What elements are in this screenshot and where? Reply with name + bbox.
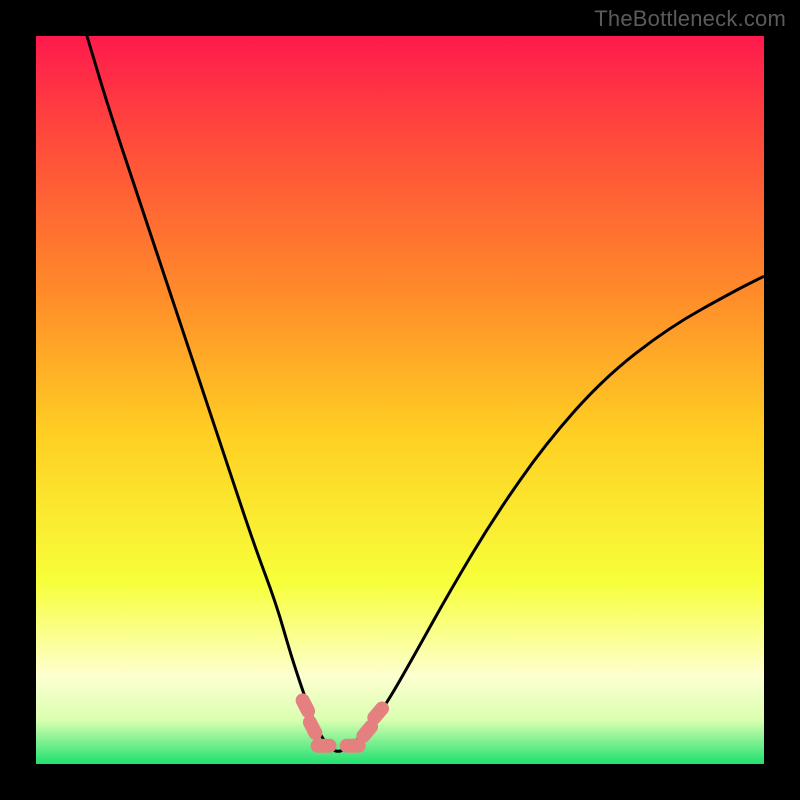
bottleneck-chart xyxy=(36,36,764,764)
trough-left-marker xyxy=(311,739,337,753)
chart-frame: TheBottleneck.com xyxy=(0,0,800,800)
watermark-text: TheBottleneck.com xyxy=(594,6,786,32)
gradient-background xyxy=(36,36,764,764)
plot-area xyxy=(36,36,764,764)
